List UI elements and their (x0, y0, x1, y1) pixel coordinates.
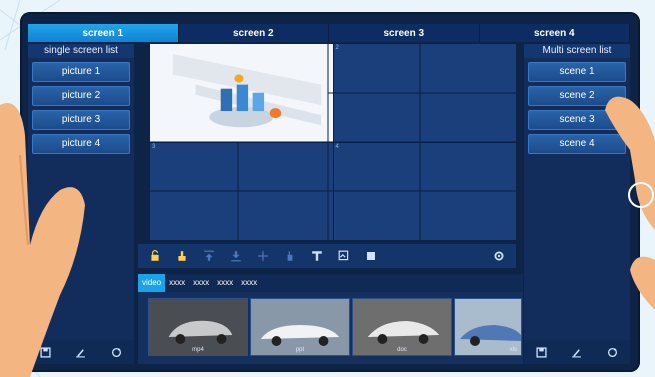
left-hand-illustration (0, 103, 85, 377)
unlock-icon[interactable] (146, 247, 164, 265)
media-tabs: video xxxx xxxx xxxx xxxx (138, 274, 523, 292)
media-thumbnail[interactable]: mp4 (148, 298, 248, 356)
screen-tabs: screen 1 screen 2 screen 3 screen 4 (28, 24, 630, 42)
media-library: video xxxx xxxx xxxx xxxx mp4 ppt doc xl… (138, 274, 523, 364)
thumbnail-label: mp4 (192, 347, 204, 353)
grid-lines (150, 44, 516, 240)
stop-icon[interactable] (362, 247, 380, 265)
media-tab[interactable]: xxxx (189, 274, 213, 292)
thumbnail-label: doc (397, 347, 407, 353)
save-icon[interactable] (535, 345, 549, 359)
move-top-icon[interactable] (200, 247, 218, 265)
multi-screen-list-title: Multi screen list (524, 44, 630, 58)
media-tab[interactable]: xxxx (237, 274, 261, 292)
media-tab-video[interactable]: video (138, 274, 166, 292)
resize-icon[interactable] (254, 247, 272, 265)
media-tab[interactable]: xxxx (165, 274, 189, 292)
right-hand-illustration (605, 96, 655, 310)
tab-screen-4[interactable]: screen 4 (480, 24, 630, 42)
tab-screen-3[interactable]: screen 3 (329, 24, 480, 42)
image-edit-icon[interactable] (335, 247, 353, 265)
media-thumbnail[interactable]: xls (454, 298, 522, 356)
scene-1-button[interactable]: scene 1 (528, 62, 626, 82)
media-thumbnail[interactable]: ppt (250, 298, 350, 356)
media-tab[interactable]: xxxx (213, 274, 237, 292)
tab-screen-2[interactable]: screen 2 (179, 24, 329, 42)
thumbnail-label: xls (509, 347, 517, 353)
picture-1-button[interactable]: picture 1 (32, 62, 130, 82)
thumbnail-label: ppt (295, 347, 305, 353)
text-icon[interactable] (308, 247, 326, 265)
hand-icon[interactable] (281, 247, 299, 265)
settings-icon[interactable] (490, 247, 508, 265)
single-screen-list-title: single screen list (28, 44, 134, 58)
brush-icon[interactable] (173, 247, 191, 265)
move-bottom-icon[interactable] (227, 247, 245, 265)
tab-screen-1[interactable]: screen 1 (28, 24, 179, 42)
media-thumbnail[interactable]: doc (352, 298, 452, 356)
window-toolbar (138, 244, 516, 268)
